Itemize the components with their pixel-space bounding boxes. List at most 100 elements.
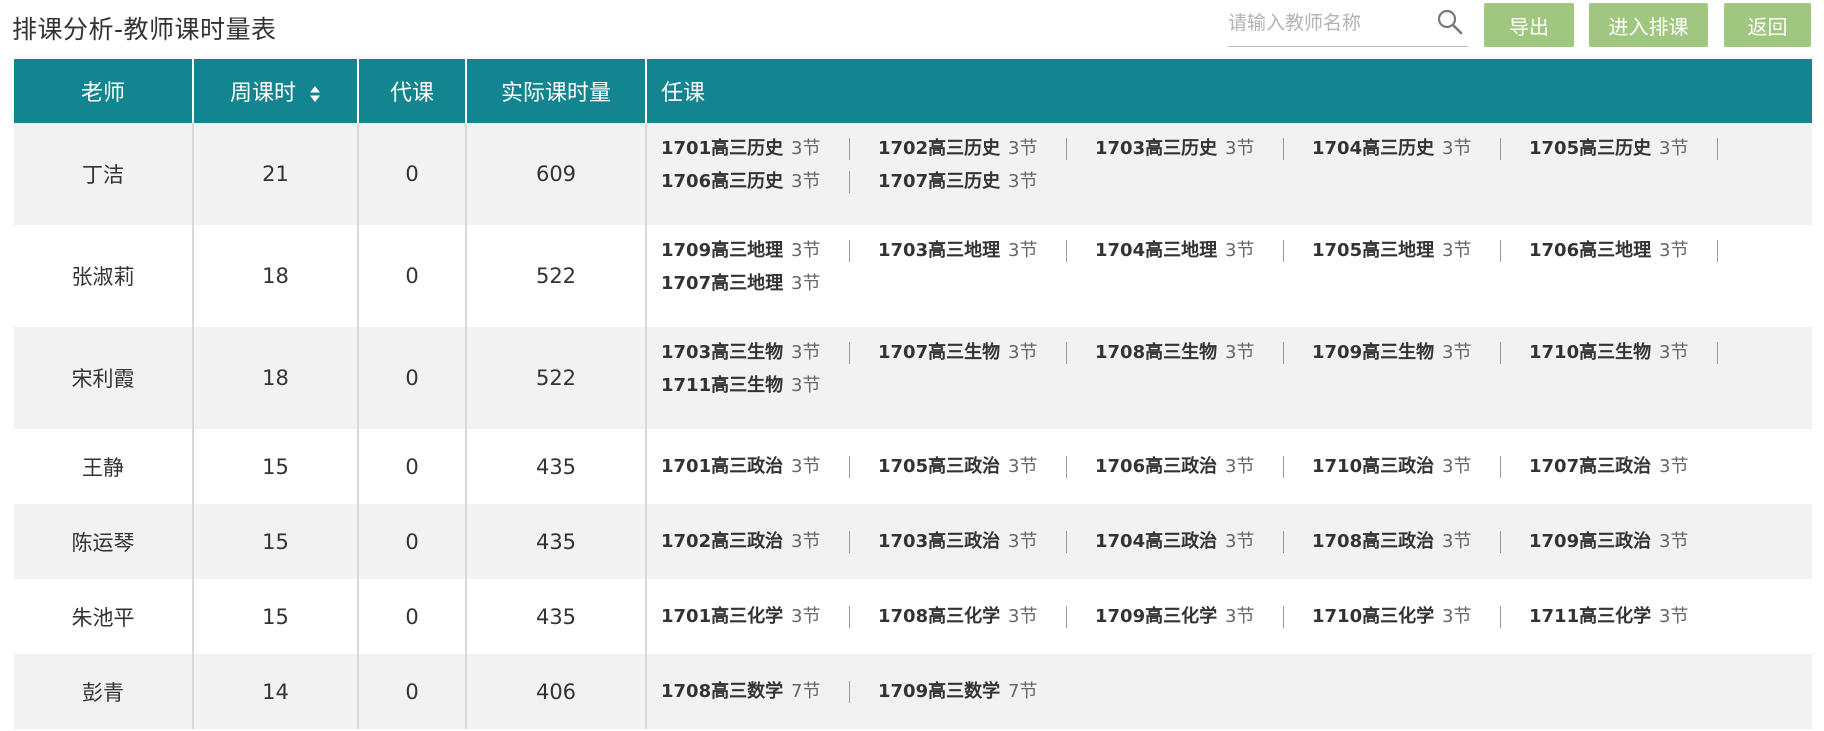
assignment-class: 1705高三历史 — [1529, 138, 1652, 159]
separator — [1283, 138, 1284, 160]
teacher-name-cell: 彭青 — [14, 654, 194, 729]
assignment-item: 1707高三历史 3节 — [878, 165, 1058, 198]
top-bar: 排课分析-教师课时量表 导出 进入排课 返回 — [0, 0, 1824, 58]
separator — [1717, 342, 1718, 364]
separator — [849, 456, 850, 478]
teacher-name-cell: 宋利霞 — [14, 327, 194, 429]
substitute-cell: 0 — [358, 654, 467, 729]
table-row: 张淑莉 18 0 522 1709高三地理 3节 1703高三地理 3节 1704高三地理 3节 1… — [14, 225, 1812, 327]
assignment-item: 1708高三生物 3节 — [1095, 336, 1312, 369]
assignment-class: 1701高三历史 — [661, 138, 784, 159]
search-icon[interactable] — [1436, 8, 1464, 36]
weekly-hours-cell: 21 — [193, 123, 359, 225]
assignment-count: 7节 — [791, 681, 821, 702]
assignment-item: 1710高三政治 3节 — [1312, 450, 1529, 483]
assignment-count: 3节 — [1659, 531, 1689, 552]
assignment-count: 3节 — [791, 273, 821, 294]
assignment-item: 1702高三政治 3节 — [661, 525, 878, 558]
assignment-class: 1709高三地理 — [661, 240, 784, 261]
separator — [1066, 531, 1067, 553]
assignment-class: 1706高三政治 — [1095, 456, 1218, 477]
weekly-hours-cell: 14 — [193, 654, 359, 729]
teacher-name-cell: 陈运琴 — [14, 504, 194, 579]
weekly-hours-cell: 18 — [193, 225, 359, 327]
assignment-count: 3节 — [1225, 531, 1255, 552]
assignment-count: 3节 — [1659, 342, 1689, 363]
assignment-class: 1710高三生物 — [1529, 342, 1652, 363]
table-row: 朱池平 15 0 435 1701高三化学 3节 1708高三化学 3节 1709高三化学 3节 1… — [14, 579, 1812, 654]
assignment-item: 1708高三化学 3节 — [878, 600, 1095, 633]
assignment-item: 1703高三政治 3节 — [878, 525, 1095, 558]
assignment-count: 3节 — [791, 342, 821, 363]
separator — [1500, 342, 1501, 364]
assignment-class: 1708高三数学 — [661, 681, 784, 702]
actual-hours-cell: 435 — [466, 504, 647, 579]
assignment-class: 1706高三历史 — [661, 171, 784, 192]
actual-hours-cell: 406 — [466, 654, 647, 729]
export-button[interactable]: 导出 — [1484, 3, 1574, 47]
teacher-name-cell: 王静 — [14, 429, 194, 504]
assignment-count: 3节 — [791, 375, 821, 396]
teacher-name-cell: 丁洁 — [14, 123, 194, 225]
assignment-item: 1703高三历史 3节 — [1095, 132, 1312, 165]
assignment-class: 1705高三地理 — [1312, 240, 1435, 261]
assignment-item: 1706高三历史 3节 — [661, 165, 878, 198]
assignment-class: 1709高三生物 — [1312, 342, 1435, 363]
assignment-class: 1707高三历史 — [878, 171, 1001, 192]
substitute-cell: 0 — [358, 579, 467, 654]
separator — [1500, 240, 1501, 262]
table-header-row: 老师 周课时 代课 实际课时量 任课 — [14, 59, 1812, 123]
assignment-class: 1703高三历史 — [1095, 138, 1218, 159]
sort-icon[interactable] — [309, 85, 321, 103]
assignment-count: 3节 — [1225, 240, 1255, 261]
assignment-class: 1707高三生物 — [878, 342, 1001, 363]
separator — [1066, 342, 1067, 364]
assignment-class: 1701高三化学 — [661, 606, 784, 627]
substitute-cell: 0 — [358, 327, 467, 429]
assignments-cell: 1708高三数学 7节 1709高三数学 7节 — [646, 654, 1812, 729]
assignment-count: 3节 — [1659, 606, 1689, 627]
assignment-class: 1702高三历史 — [878, 138, 1001, 159]
substitute-cell: 0 — [358, 225, 467, 327]
separator — [849, 342, 850, 364]
assignment-item: 1707高三生物 3节 — [878, 336, 1095, 369]
separator — [1500, 606, 1501, 628]
assignment-class: 1704高三地理 — [1095, 240, 1218, 261]
separator — [1066, 240, 1067, 262]
table-row: 宋利霞 18 0 522 1703高三生物 3节 1707高三生物 3节 1708高三生物 3节 1… — [14, 327, 1812, 429]
table-body: 丁洁 21 0 609 1701高三历史 3节 1702高三历史 3节 1703高三历史 3节 17… — [14, 123, 1812, 729]
header-weekly-hours[interactable]: 周课时 — [193, 59, 359, 123]
assignment-count: 3节 — [1008, 171, 1038, 192]
table-row: 丁洁 21 0 609 1701高三历史 3节 1702高三历史 3节 1703高三历史 3节 17… — [14, 123, 1812, 225]
back-button[interactable]: 返回 — [1724, 3, 1811, 47]
page-title: 排课分析-教师课时量表 — [12, 15, 277, 44]
weekly-hours-cell: 15 — [193, 429, 359, 504]
search-box — [1228, 4, 1468, 47]
assignment-item: 1708高三政治 3节 — [1312, 525, 1529, 558]
teacher-hours-table: 老师 周课时 代课 实际课时量 任课 丁洁 21 0 609 1701高三历史 3节 170… — [14, 59, 1812, 729]
assignment-item: 1709高三化学 3节 — [1095, 600, 1312, 633]
assignment-count: 3节 — [791, 240, 821, 261]
assignment-class: 1701高三政治 — [661, 456, 784, 477]
assignment-item: 1710高三生物 3节 — [1529, 336, 1746, 369]
separator — [1066, 138, 1067, 160]
assignment-class: 1708高三生物 — [1095, 342, 1218, 363]
assignment-item: 1711高三化学 3节 — [1529, 600, 1709, 633]
assignment-item: 1709高三政治 3节 — [1529, 525, 1709, 558]
assignment-count: 7节 — [1008, 681, 1038, 702]
assignment-count: 3节 — [1442, 240, 1472, 261]
assignment-item: 1704高三政治 3节 — [1095, 525, 1312, 558]
separator — [1283, 342, 1284, 364]
enter-scheduling-button[interactable]: 进入排课 — [1589, 3, 1708, 47]
search-input[interactable] — [1228, 4, 1428, 42]
assignment-class: 1711高三生物 — [661, 375, 784, 396]
separator — [849, 531, 850, 553]
separator — [1717, 138, 1718, 160]
assignment-count: 3节 — [791, 171, 821, 192]
separator — [849, 606, 850, 628]
assignment-count: 3节 — [1659, 240, 1689, 261]
assignment-count: 3节 — [1442, 342, 1472, 363]
teacher-name-cell: 张淑莉 — [14, 225, 194, 327]
assignment-count: 3节 — [1225, 138, 1255, 159]
assignment-class: 1710高三政治 — [1312, 456, 1435, 477]
